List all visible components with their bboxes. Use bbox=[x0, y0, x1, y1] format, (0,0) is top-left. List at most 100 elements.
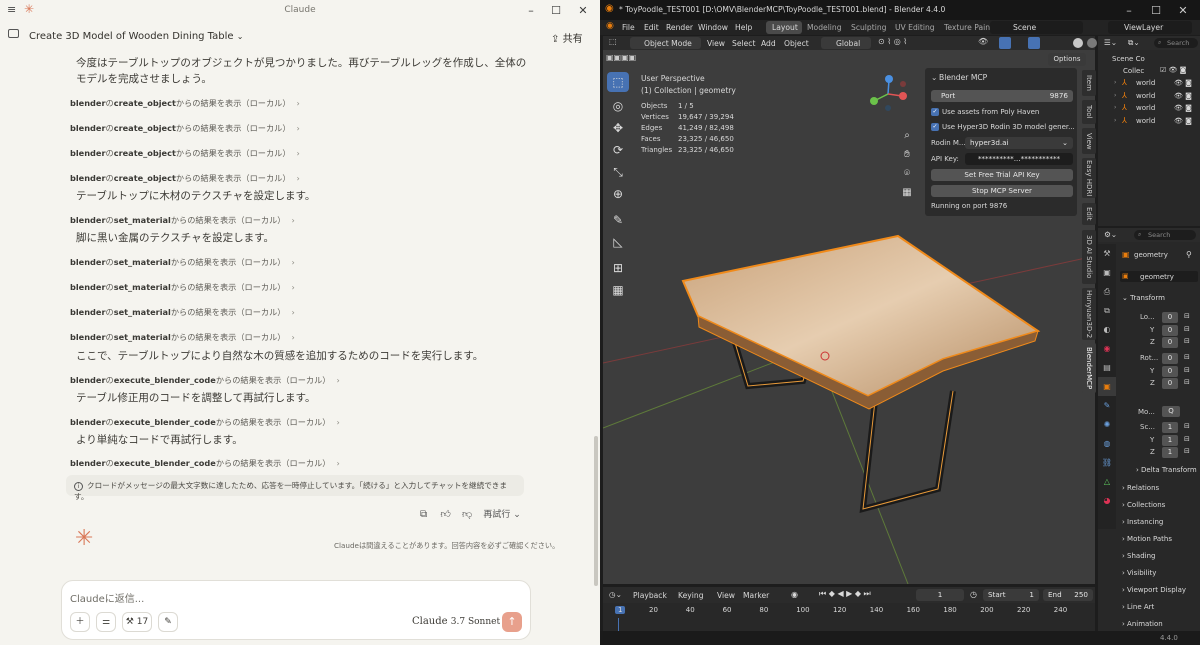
viewport-menu-object[interactable]: Object bbox=[784, 39, 809, 48]
properties-editor-icon[interactable]: ⚙⌄ bbox=[1104, 230, 1117, 239]
viewport-menu-add[interactable]: Add bbox=[761, 39, 776, 48]
timeline-menu-marker[interactable]: Marker bbox=[743, 591, 769, 600]
tool-call-result[interactable]: blenderのcreate_objectからの結果を表示（ローカル） › bbox=[70, 122, 300, 134]
rotation-y-field[interactable]: 0 bbox=[1162, 365, 1178, 377]
tab-sculpting[interactable]: Sculpting bbox=[851, 23, 886, 32]
outliner-editor-icon[interactable]: ☰⌄ bbox=[1104, 38, 1117, 47]
set-free-trial-api-key-button[interactable]: Set Free Trial API Key bbox=[931, 169, 1073, 181]
scene-selector[interactable] bbox=[990, 21, 1083, 34]
stop-mcp-server-button[interactable]: Stop MCP Server bbox=[931, 185, 1073, 197]
mcp-panel-chevron-icon[interactable]: ⌄ bbox=[931, 73, 937, 82]
expand-arrow-icon[interactable]: › bbox=[1114, 104, 1116, 111]
material-tab-icon[interactable]: ◕ bbox=[1098, 491, 1116, 510]
rotation-x-field[interactable]: 0 bbox=[1162, 353, 1178, 364]
reply-input-box[interactable]: Claudeに返信... ＋ ⚌ ⚒ 17 ✎ Claude 3.7 Sonne… bbox=[61, 580, 531, 640]
tools-button[interactable]: ⚒ 17 bbox=[122, 612, 152, 632]
rodin-mode-select[interactable]: hyper3d.ai ⌄ bbox=[965, 137, 1073, 149]
expand-arrow-icon[interactable]: › bbox=[1114, 79, 1116, 86]
scale-y-field[interactable]: 1 bbox=[1162, 434, 1178, 446]
tool-call-result[interactable]: blenderのcreate_objectからの結果を表示（ローカル） › bbox=[70, 172, 300, 184]
pivot-icon[interactable]: ⊙ ⌇ ◎ ⌇ bbox=[878, 37, 907, 46]
tool-call-result[interactable]: blenderのcreate_objectからの結果を表示（ローカル） › bbox=[70, 97, 300, 109]
rotation-z-field[interactable]: 0 bbox=[1162, 378, 1178, 389]
sidebar-tab-tool[interactable]: Tool bbox=[1082, 100, 1096, 124]
thumbs-down-icon[interactable]: 👎︎ bbox=[462, 509, 472, 520]
rotation-lock-icon[interactable]: ⊟ bbox=[1184, 378, 1190, 386]
object-tab-icon[interactable]: ▣ bbox=[1098, 377, 1116, 396]
shading-solid-icon[interactable] bbox=[1073, 38, 1083, 48]
port-field[interactable]: Port 9876 bbox=[931, 90, 1073, 102]
transform-panel-header[interactable]: ⌄ Transform bbox=[1122, 294, 1165, 302]
menu-help[interactable]: Help bbox=[735, 23, 752, 32]
expand-arrow-icon[interactable]: › bbox=[1114, 92, 1116, 99]
section-instancing[interactable]: › Instancing bbox=[1122, 518, 1163, 526]
tab-uv-editing[interactable]: UV Editing bbox=[895, 23, 935, 32]
sidebar-tab-easy-hdri[interactable]: Easy HDRI bbox=[1082, 158, 1096, 198]
location-x-field[interactable]: 0 bbox=[1162, 312, 1178, 323]
rotation-mode-select[interactable]: Q bbox=[1162, 406, 1180, 417]
maximize-button[interactable]: ☐ bbox=[543, 2, 569, 20]
timer-icon[interactable]: ◷ bbox=[970, 590, 977, 599]
tool-settings-tab-icon[interactable]: ⚒ bbox=[1098, 244, 1116, 263]
section-viewport-display[interactable]: › Viewport Display bbox=[1122, 586, 1186, 594]
pin-icon[interactable]: ⚲ bbox=[1186, 250, 1192, 259]
thumbs-up-icon[interactable]: 👍︎ bbox=[440, 509, 450, 520]
copy-icon[interactable]: ⧉ bbox=[420, 509, 427, 520]
outliner-object-name[interactable]: world bbox=[1136, 92, 1155, 100]
outliner-scene-collection[interactable]: Scene Co bbox=[1112, 55, 1145, 63]
blender-maximize-button[interactable]: ☐ bbox=[1143, 2, 1169, 20]
location-lock-icon[interactable]: ⊟ bbox=[1184, 325, 1190, 333]
particles-tab-icon[interactable]: ✺ bbox=[1098, 415, 1116, 434]
section-visibility[interactable]: › Visibility bbox=[1122, 569, 1156, 577]
overlay-toggle-icon[interactable] bbox=[1028, 37, 1040, 49]
location-y-field[interactable]: 0 bbox=[1162, 324, 1178, 336]
scale-lock-icon[interactable]: ⊟ bbox=[1184, 422, 1190, 430]
location-lock-icon[interactable]: ⊟ bbox=[1184, 337, 1190, 345]
sidebar-tab-item[interactable]: Item bbox=[1082, 70, 1096, 96]
scene-tab-icon[interactable]: ◐ bbox=[1098, 320, 1116, 339]
tool-call-result[interactable]: blenderのcreate_objectからの結果を表示（ローカル） › bbox=[70, 147, 300, 159]
rotation-lock-icon[interactable]: ⊟ bbox=[1184, 353, 1190, 361]
end-frame-field[interactable]: End 250 bbox=[1043, 589, 1093, 601]
playback-controls[interactable]: ⏮ ◆ ◀ ▶ ◆ ⏭ bbox=[819, 589, 871, 599]
data-tab-icon[interactable]: △ bbox=[1098, 472, 1116, 491]
outliner-object-name[interactable]: world bbox=[1136, 117, 1155, 125]
scale-lock-icon[interactable]: ⊟ bbox=[1184, 447, 1190, 455]
tool-call-result[interactable]: blenderのset_materialからの結果を表示（ローカル） › bbox=[70, 256, 295, 268]
playhead[interactable] bbox=[618, 618, 619, 631]
blender-close-button[interactable]: ✕ bbox=[1170, 2, 1196, 20]
api-key-field[interactable]: **********...*********** bbox=[965, 153, 1073, 165]
collection-tab-icon[interactable]: ▤ bbox=[1098, 358, 1116, 377]
shading-material-icon[interactable] bbox=[1087, 38, 1097, 48]
tool-call-result[interactable]: blenderのexecute_blender_codeからの結果を表示（ローカ… bbox=[70, 457, 340, 469]
visibility-icon[interactable]: 👁︎ bbox=[978, 37, 988, 46]
retry-button[interactable]: 再試行 ⌄ bbox=[483, 510, 520, 520]
constraints-tab-icon[interactable]: ⛓ bbox=[1098, 453, 1116, 472]
reply-input[interactable]: Claudeに返信... bbox=[70, 590, 144, 605]
conversation-title[interactable]: Create 3D Model of Wooden Dining Table ⌄ bbox=[29, 31, 243, 42]
output-tab-icon[interactable]: ⎙ bbox=[1098, 282, 1116, 301]
tab-texture-paint[interactable]: Texture Pain bbox=[944, 23, 990, 32]
render-tab-icon[interactable]: ▣ bbox=[1098, 263, 1116, 282]
scale-lock-icon[interactable]: ⊟ bbox=[1184, 435, 1190, 443]
view-layer-tab-icon[interactable]: ⧉ bbox=[1098, 301, 1116, 320]
tool-call-result[interactable]: blenderのset_materialからの結果を表示（ローカル） › bbox=[70, 331, 295, 343]
integration-icon[interactable]: ✎ bbox=[158, 612, 178, 632]
section-animation[interactable]: › Animation bbox=[1122, 620, 1163, 628]
tool-call-result[interactable]: blenderのexecute_blender_codeからの結果を表示（ローカ… bbox=[70, 374, 340, 386]
properties-search[interactable]: ⌕ Search bbox=[1134, 230, 1196, 240]
modifier-tab-icon[interactable]: ✎ bbox=[1098, 396, 1116, 415]
tool-call-result[interactable]: blenderのset_materialからの結果を表示（ローカル） › bbox=[70, 281, 295, 293]
timeline-editor-icon[interactable]: ◷⌄ bbox=[609, 590, 622, 599]
minimize-button[interactable]: – bbox=[518, 2, 544, 20]
close-button[interactable]: ✕ bbox=[570, 2, 596, 20]
settings-sliders-icon[interactable]: ⚌ bbox=[96, 612, 116, 632]
tab-modeling[interactable]: Modeling bbox=[807, 23, 842, 32]
expand-arrow-icon[interactable]: › bbox=[1114, 117, 1116, 124]
sidebar-tab-3d-ai-studio[interactable]: 3D AI Studio bbox=[1082, 230, 1096, 284]
sidebar-toggle-icon[interactable] bbox=[8, 29, 19, 38]
section-motion-paths[interactable]: › Motion Paths bbox=[1122, 535, 1172, 543]
start-frame-field[interactable]: Start 1 bbox=[983, 589, 1039, 601]
sidebar-tab-blendermcp[interactable]: BlenderMCP bbox=[1082, 343, 1096, 393]
table-top[interactable] bbox=[681, 234, 1041, 398]
